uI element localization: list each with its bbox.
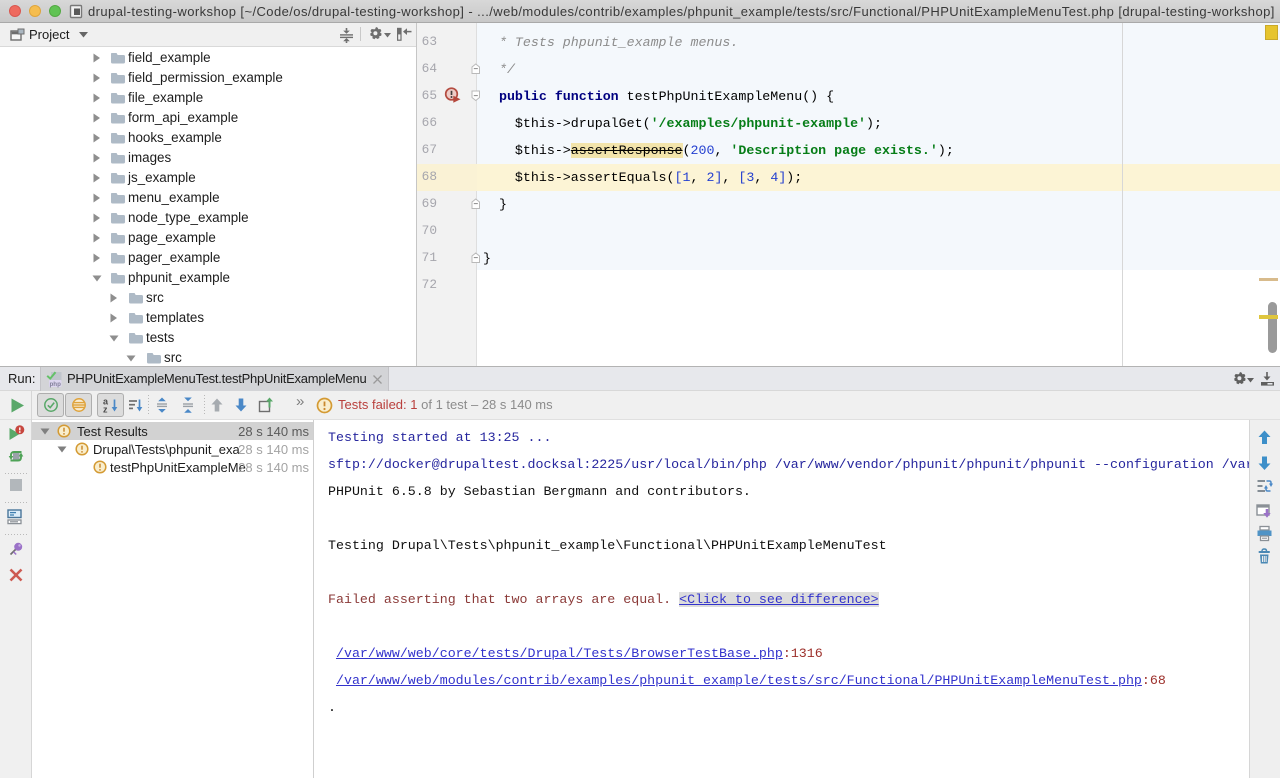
svg-text:php: php xyxy=(49,381,61,388)
svg-text:z: z xyxy=(103,405,108,415)
